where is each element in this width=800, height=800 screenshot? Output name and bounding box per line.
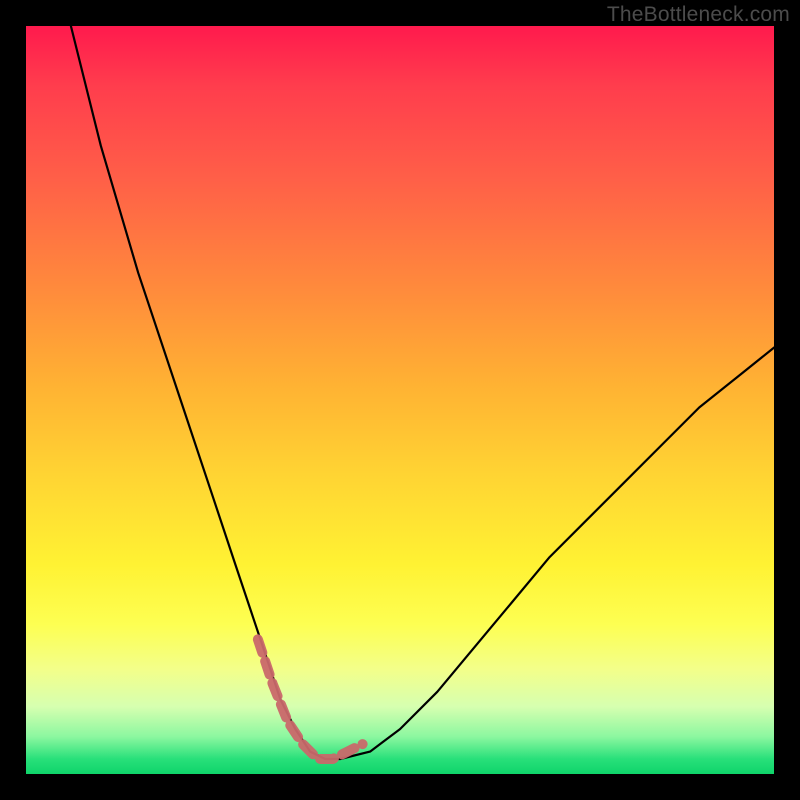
curve-main — [71, 26, 774, 759]
watermark-label: TheBottleneck.com — [607, 3, 790, 27]
curve-svg — [26, 26, 774, 774]
chart-stage: TheBottleneck.com — [0, 0, 800, 800]
plot-area — [26, 26, 774, 774]
curve-marked-segment — [258, 639, 363, 759]
